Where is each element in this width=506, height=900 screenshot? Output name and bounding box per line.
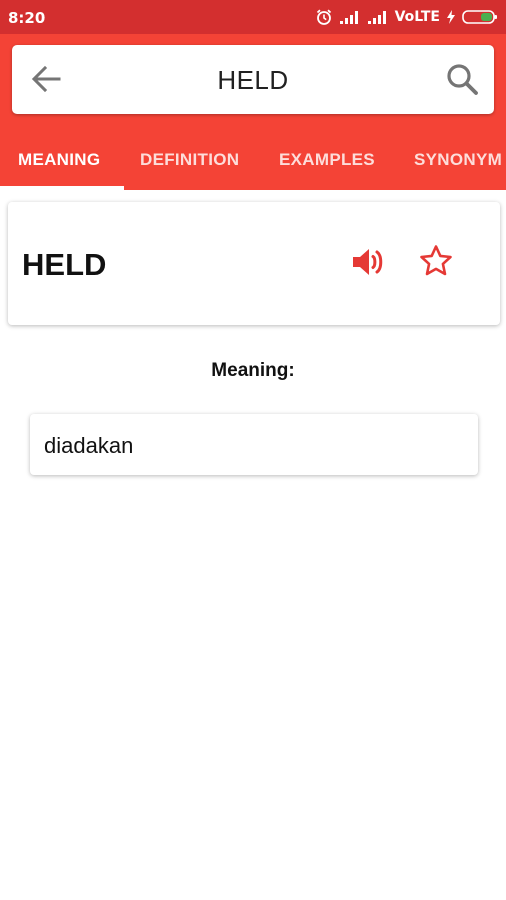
search-bar: HELD <box>12 45 494 114</box>
speaker-icon <box>353 249 383 275</box>
favorite-button[interactable] <box>416 240 456 282</box>
arrow-left-icon <box>31 65 61 93</box>
status-time: 8:20 <box>8 9 46 27</box>
search-query[interactable]: HELD <box>72 65 434 96</box>
word-card: HELD <box>8 202 500 325</box>
pronounce-button[interactable] <box>348 242 388 282</box>
tab-synonym[interactable]: SYNONYM <box>414 150 502 170</box>
status-bar: 8:20 VoLTE <box>0 0 506 34</box>
tab-examples[interactable]: EXAMPLES <box>279 150 375 170</box>
app-bar: HELD MEANING DEFINITION EXAMPLES SYNONYM <box>0 34 506 190</box>
signal-icon <box>367 9 389 25</box>
word-title: HELD <box>22 247 107 282</box>
tab-meaning[interactable]: MEANING <box>18 150 100 170</box>
charging-icon <box>446 9 456 25</box>
back-button[interactable] <box>26 59 66 99</box>
alarm-icon <box>315 8 333 26</box>
meaning-card: diadakan <box>30 414 478 475</box>
star-outline-icon <box>420 245 452 276</box>
signal-icon <box>339 9 361 25</box>
search-button[interactable] <box>442 59 482 99</box>
battery-icon <box>462 9 498 25</box>
status-icons: VoLTE <box>315 7 498 27</box>
meaning-label: Meaning: <box>211 360 295 381</box>
search-icon <box>447 64 478 95</box>
tab-definition[interactable]: DEFINITION <box>140 150 239 170</box>
tab-indicator <box>0 186 124 190</box>
network-type: VoLTE <box>394 9 440 25</box>
meaning-value: diadakan <box>44 433 134 458</box>
tab-bar: MEANING DEFINITION EXAMPLES SYNONYM <box>0 140 506 190</box>
